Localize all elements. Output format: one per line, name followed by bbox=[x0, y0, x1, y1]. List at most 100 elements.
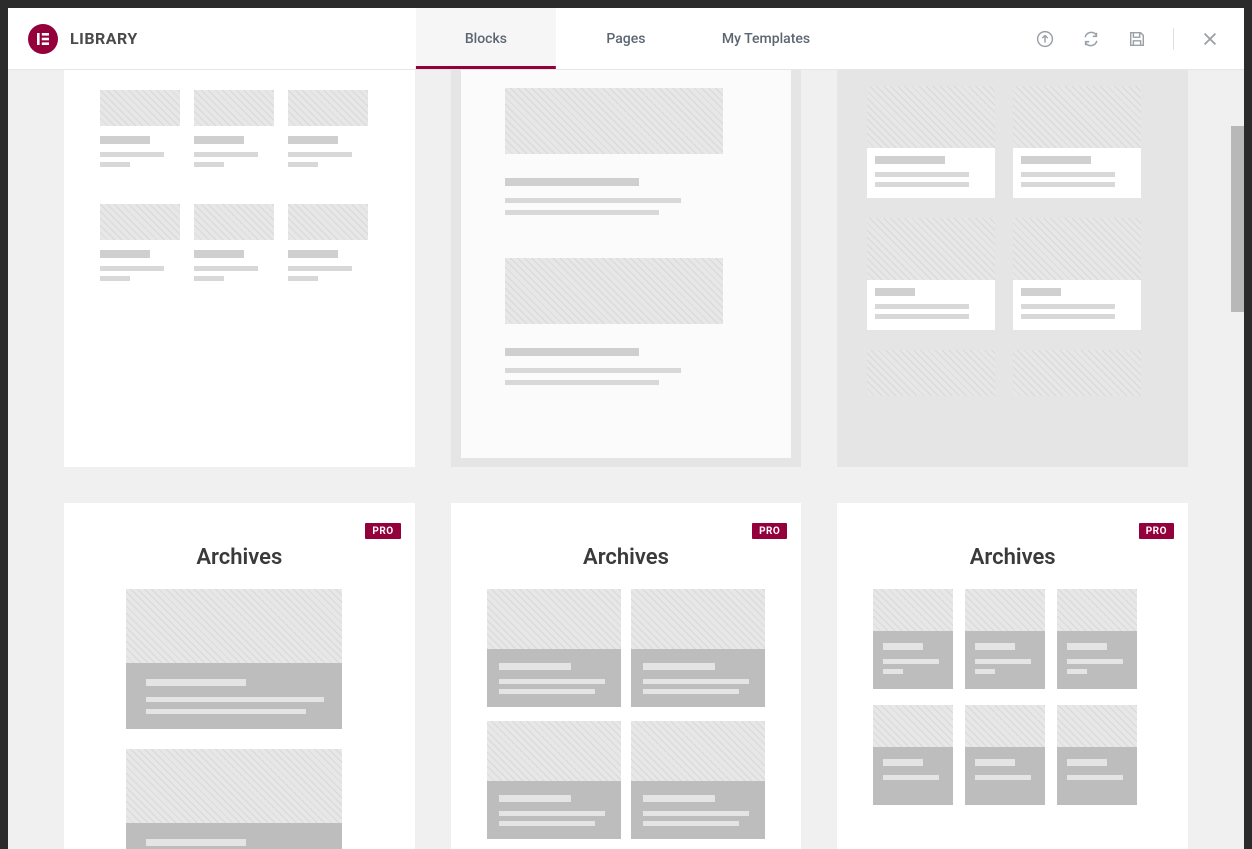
card-title: Archives bbox=[451, 503, 802, 570]
placeholder-caption bbox=[1057, 747, 1137, 805]
placeholder-block bbox=[505, 258, 723, 324]
placeholder-caption bbox=[965, 631, 1045, 689]
placeholder-line bbox=[875, 172, 969, 177]
placeholder-group bbox=[1057, 705, 1137, 805]
tab-blocks[interactable]: Blocks bbox=[416, 8, 556, 69]
placeholder-block bbox=[1057, 589, 1137, 631]
tab-label: My Templates bbox=[722, 31, 810, 47]
template-card-archives[interactable]: PRO Archives bbox=[837, 503, 1188, 849]
placeholder-line bbox=[1021, 182, 1115, 187]
placeholder-block bbox=[873, 589, 953, 631]
placeholder-line bbox=[194, 266, 258, 271]
placeholder-caption bbox=[487, 781, 621, 839]
placeholder-line bbox=[100, 250, 150, 258]
inner-panel bbox=[867, 218, 995, 330]
placeholder-line bbox=[505, 380, 659, 385]
tab-pages[interactable]: Pages bbox=[556, 8, 696, 69]
placeholder-line bbox=[505, 198, 681, 203]
placeholder-line bbox=[1021, 172, 1115, 177]
placeholder-group bbox=[965, 705, 1045, 805]
inner-panel bbox=[1013, 218, 1141, 330]
library-modal: LIBRARY Blocks Pages My Templates bbox=[8, 8, 1244, 849]
placeholder-line bbox=[875, 288, 915, 296]
placeholder-line bbox=[288, 250, 338, 258]
placeholder-line bbox=[1021, 314, 1115, 319]
inner-panel bbox=[867, 86, 995, 198]
tab-label: Pages bbox=[606, 31, 645, 47]
placeholder-caption bbox=[126, 663, 342, 729]
template-card-archives[interactable]: PRO Archives bbox=[451, 503, 802, 849]
card-title: Archives bbox=[64, 503, 415, 570]
upload-icon[interactable] bbox=[1035, 29, 1055, 49]
placeholder-line bbox=[194, 162, 224, 167]
placeholder-group bbox=[1057, 589, 1137, 689]
placeholder-group bbox=[873, 705, 953, 805]
template-card[interactable] bbox=[451, 70, 802, 467]
placeholder-group bbox=[965, 589, 1045, 689]
close-icon[interactable] bbox=[1200, 29, 1220, 49]
placeholder-line bbox=[288, 152, 352, 157]
placeholder-line bbox=[288, 136, 338, 144]
placeholder-line bbox=[875, 304, 969, 309]
placeholder-line bbox=[875, 182, 969, 187]
save-icon[interactable] bbox=[1127, 29, 1147, 49]
placeholder-block bbox=[1057, 705, 1137, 747]
placeholder-block bbox=[631, 721, 765, 781]
placeholder-caption bbox=[631, 781, 765, 839]
placeholder-block bbox=[100, 204, 180, 240]
placeholder-group bbox=[487, 721, 621, 839]
placeholder-caption bbox=[873, 631, 953, 689]
library-title: LIBRARY bbox=[70, 29, 138, 48]
placeholder-block bbox=[288, 90, 368, 126]
placeholder-line bbox=[505, 210, 659, 215]
placeholder-line bbox=[194, 136, 244, 144]
template-grid: PRO Archives PRO Archives bbox=[8, 70, 1244, 849]
placeholder-block bbox=[1013, 350, 1141, 396]
placeholder-block bbox=[867, 86, 995, 148]
pro-badge: PRO bbox=[365, 523, 400, 539]
placeholder-block bbox=[194, 90, 274, 126]
placeholder-block bbox=[126, 589, 342, 663]
placeholder-group bbox=[873, 589, 953, 689]
placeholder-block bbox=[100, 90, 180, 126]
placeholder-caption bbox=[965, 747, 1045, 805]
placeholder-group bbox=[126, 589, 342, 729]
placeholder-line bbox=[875, 314, 969, 319]
placeholder-line bbox=[194, 276, 224, 281]
placeholder-group bbox=[126, 749, 342, 849]
placeholder-line bbox=[288, 162, 318, 167]
placeholder-caption bbox=[1057, 631, 1137, 689]
placeholder-line bbox=[288, 266, 352, 271]
placeholder-line bbox=[505, 178, 639, 186]
pro-badge: PRO bbox=[1139, 523, 1174, 539]
placeholder-block bbox=[505, 88, 723, 154]
scrollbar-thumb[interactable] bbox=[1231, 126, 1244, 312]
placeholder-line bbox=[505, 348, 639, 356]
placeholder-block bbox=[1013, 218, 1141, 280]
placeholder-line bbox=[100, 152, 164, 157]
placeholder-line bbox=[1021, 156, 1091, 164]
elementor-logo-icon bbox=[28, 24, 58, 54]
template-card[interactable] bbox=[64, 70, 415, 467]
placeholder-block bbox=[487, 721, 621, 781]
placeholder-block bbox=[194, 204, 274, 240]
placeholder-block bbox=[965, 705, 1045, 747]
sync-icon[interactable] bbox=[1081, 29, 1101, 49]
placeholder-line bbox=[100, 162, 130, 167]
placeholder-line bbox=[194, 250, 244, 258]
placeholder-line bbox=[288, 276, 318, 281]
card-title: Archives bbox=[837, 503, 1188, 570]
template-card-archives[interactable]: PRO Archives bbox=[64, 503, 415, 849]
placeholder-caption bbox=[487, 649, 621, 707]
placeholder-line bbox=[505, 368, 681, 373]
placeholder-block bbox=[867, 218, 995, 280]
library-tabs: Blocks Pages My Templates bbox=[416, 8, 836, 69]
placeholder-group bbox=[631, 721, 765, 839]
tab-my-templates[interactable]: My Templates bbox=[696, 8, 836, 69]
placeholder-block bbox=[1013, 86, 1141, 148]
template-card[interactable] bbox=[837, 70, 1188, 467]
pro-badge: PRO bbox=[752, 523, 787, 539]
library-logo-wrap: LIBRARY bbox=[8, 24, 138, 54]
library-content[interactable]: PRO Archives PRO Archives bbox=[8, 70, 1244, 849]
placeholder-line bbox=[1021, 288, 1061, 296]
